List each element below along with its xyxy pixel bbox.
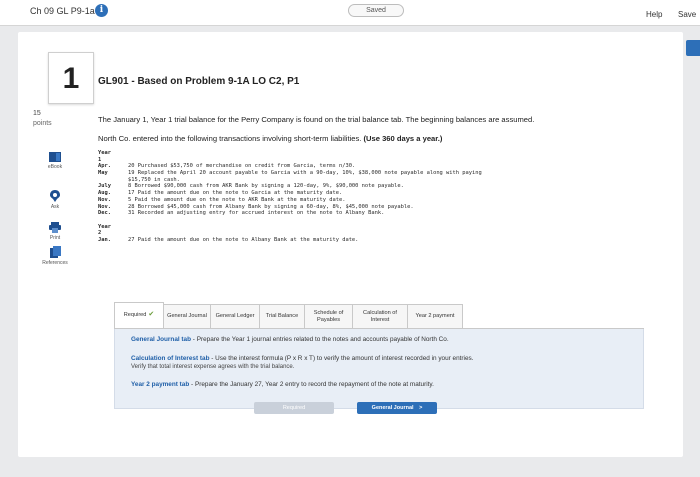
date-label: Dec. (98, 210, 111, 217)
print-label: Print (49, 235, 61, 241)
previous-button[interactable]: Required (254, 402, 334, 414)
instruction-subtext: Verify that total interest expense agree… (131, 364, 295, 370)
date-label: 2 (98, 230, 102, 237)
instruction-text: - Use the interest formula (P x R x T) t… (209, 355, 474, 362)
intro-text-2: North Co. entered into the following tra… (98, 134, 442, 143)
ask-label: Ask (50, 204, 60, 210)
points-label: points (33, 120, 52, 127)
date-label: Nov. (98, 196, 111, 203)
print-icon (49, 222, 61, 233)
references-button[interactable]: References (32, 246, 78, 266)
tab-trial-balance[interactable]: Trial Balance (259, 304, 305, 328)
points-value: 15 (33, 110, 41, 117)
transaction-text: 5 Paid the amount due on the note to AKR… (128, 196, 346, 203)
info-icon[interactable]: i (95, 4, 108, 17)
tab-general-journal[interactable]: General Journal (163, 304, 211, 328)
ask-icon (50, 190, 60, 202)
previous-button-label: Required (282, 405, 306, 411)
tab-calculation-of-interest[interactable]: Calculation of Interest (352, 304, 408, 328)
question-number: 1 (48, 52, 94, 104)
print-button[interactable]: Print (32, 222, 78, 241)
instruction-calculation-of-interest: Calculation of Interest tab - Use the in… (131, 355, 474, 362)
transaction-text: 28 Borrowed $45,000 cash from Albany Ban… (128, 203, 414, 210)
tab-label: Trial Balance (265, 313, 299, 320)
transaction-text: 31 Recorded an adjusting entry for accru… (128, 210, 385, 217)
assignment-title: Ch 09 GL P9-1a (30, 6, 95, 16)
references-icon (49, 246, 61, 258)
tab-label: General Journal (167, 313, 207, 320)
tab-label: Year 2 payment (415, 313, 455, 320)
date-label: May (98, 170, 108, 177)
intro-text-2-plain: North Co. entered into the following tra… (98, 134, 362, 143)
tab-general-ledger[interactable]: General Ledger (210, 304, 260, 328)
transaction-text: 17 Paid the amount due on the note to Ga… (128, 190, 343, 197)
transaction-text: $15,750 in cash. (128, 176, 180, 183)
instruction-heading: General Journal tab (131, 336, 192, 343)
next-button[interactable]: General Journal > (357, 402, 437, 414)
instruction-general-journal: General Journal tab - Prepare the Year 1… (131, 336, 449, 343)
instruction-year-2-payment: Year 2 payment tab - Prepare the January… (131, 381, 434, 388)
tab-label: Calculation of Interest (363, 310, 397, 323)
date-label: Aug. (98, 190, 111, 197)
side-panel-tab[interactable] (686, 40, 700, 56)
ebook-label: eBook (47, 164, 63, 170)
date-label: Apr. (98, 163, 111, 170)
intro-text-1: The January 1, Year 1 trial balance for … (98, 115, 535, 124)
intro-text-2-bold: (Use 360 days a year.) (363, 134, 443, 143)
saved-status-badge: Saved (348, 4, 404, 17)
tab-bar: Required ✔ General Journal General Ledger… (114, 302, 495, 328)
book-icon (49, 152, 61, 162)
tab-schedule-of-payables[interactable]: Schedule of Payables (304, 304, 353, 328)
instructions-panel: General Journal tab - Prepare the Year 1… (114, 329, 644, 409)
chevron-right-icon: > (419, 405, 423, 411)
date-label: 1 (98, 156, 102, 163)
date-label: Jan. (98, 236, 111, 243)
instruction-heading: Calculation of Interest tab (131, 355, 210, 362)
tab-label: Required (123, 312, 147, 319)
help-link[interactable]: Help (646, 10, 662, 19)
date-label: Nov. (98, 203, 111, 210)
top-bar: Ch 09 GL P9-1a i Saved Help Save (0, 0, 700, 26)
question-card: 1 GL901 - Based on Problem 9-1A LO C2, P… (18, 32, 683, 457)
tab-year-2-payment[interactable]: Year 2 payment (407, 304, 463, 328)
ebook-button[interactable]: eBook (32, 152, 78, 170)
date-label: Year (98, 150, 111, 156)
transaction-text: 19 Replaced the April 20 account payable… (128, 170, 482, 177)
ask-button[interactable]: Ask (32, 190, 78, 210)
transaction-text: 8 Borrowed $90,000 cash from AKR Bank by… (128, 183, 404, 190)
instruction-heading: Year 2 payment tab (131, 381, 190, 388)
question-title: GL901 - Based on Problem 9-1A LO C2, P1 (98, 76, 300, 87)
next-button-label: General Journal (371, 405, 414, 411)
save-link[interactable]: Save (678, 10, 696, 19)
references-label: References (42, 260, 68, 266)
instruction-text: - Prepare the January 27, Year 2 entry t… (189, 381, 434, 388)
date-label: Year (98, 223, 111, 230)
tab-required[interactable]: Required ✔ (114, 302, 164, 328)
tab-label: General Ledger (215, 313, 255, 320)
date-label: July (98, 183, 111, 190)
instruction-text: - Prepare the Year 1 journal entries rel… (191, 336, 449, 343)
tab-label: Schedule of Payables (313, 310, 344, 323)
check-icon: ✔ (148, 311, 155, 319)
transaction-text: 27 Paid the amount due on the note to Al… (128, 236, 359, 243)
transaction-text: 20 Purchased $53,750 of merchandise on c… (128, 163, 356, 170)
